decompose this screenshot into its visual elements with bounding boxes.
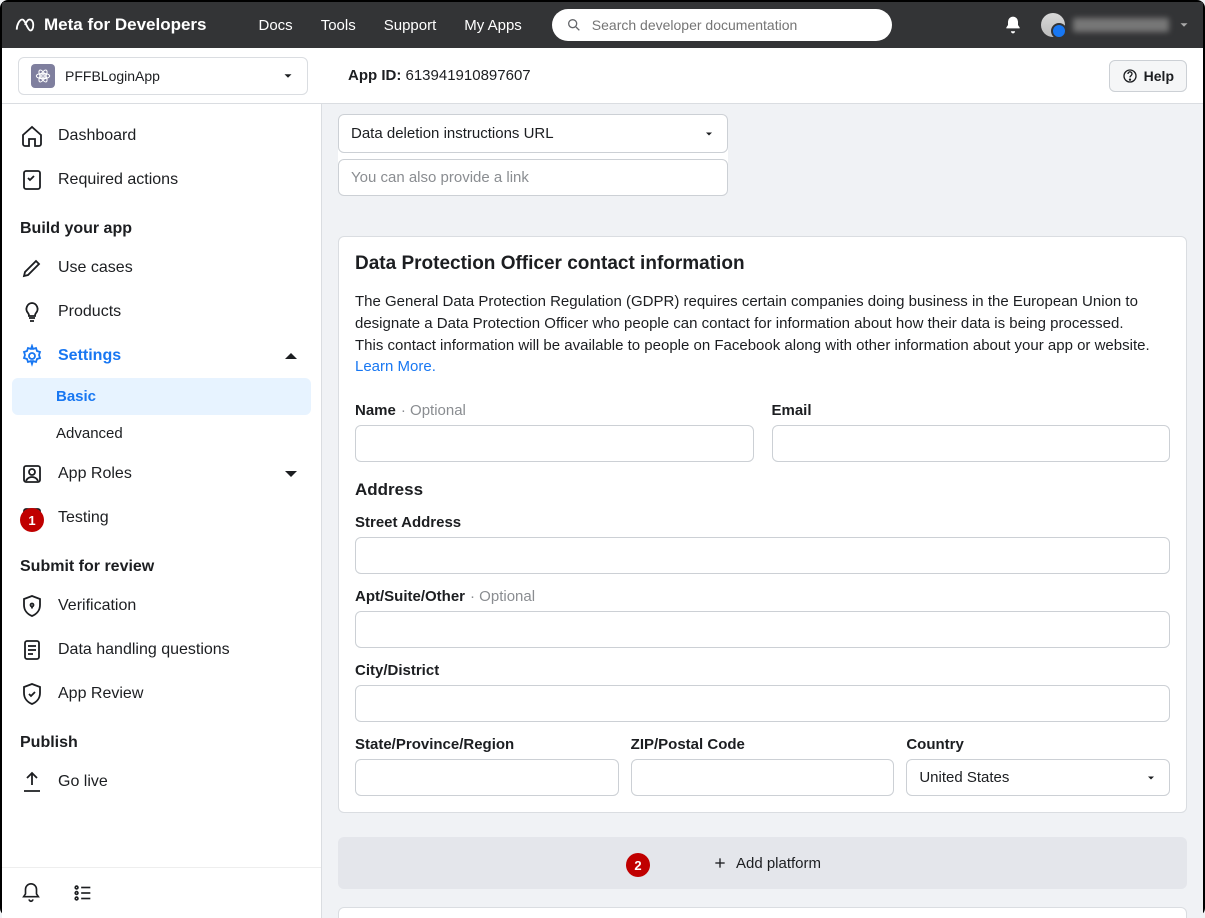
- shield-lock-icon: [20, 594, 44, 618]
- home-icon: [20, 124, 44, 148]
- user-name-blurred: [1073, 18, 1169, 32]
- nav-tools[interactable]: Tools: [321, 17, 356, 34]
- people-icon: [20, 462, 44, 486]
- sidebar-section-publish: Publish: [12, 716, 311, 760]
- address-heading: Address: [355, 480, 1170, 500]
- annotation-badge-1: 1: [20, 508, 44, 532]
- gear-icon: [20, 344, 44, 368]
- help-label: Help: [1144, 68, 1174, 84]
- dpo-name-input[interactable]: [355, 425, 754, 462]
- caret-down-icon: [703, 128, 715, 140]
- sidebar-item-use-cases[interactable]: Use cases: [12, 246, 311, 290]
- app-id-value: 613941910897607: [406, 67, 531, 84]
- sidebar: 1 Dashboard Required actions Build your …: [2, 104, 322, 918]
- country-label: Country: [906, 736, 1170, 753]
- city-input[interactable]: [355, 685, 1170, 722]
- footer-actions: Discard Save changes: [338, 907, 1187, 918]
- search-box[interactable]: [552, 9, 892, 41]
- main-content: Data deletion instructions URL Data Prot…: [322, 104, 1203, 918]
- lightbulb-icon: [20, 300, 44, 324]
- bell-icon: [1003, 15, 1023, 35]
- country-select[interactable]: United States: [906, 759, 1170, 796]
- nav-support[interactable]: Support: [384, 17, 437, 34]
- apt-label: Apt/Suite/Other · Optional: [355, 588, 1170, 605]
- search-input[interactable]: [592, 17, 878, 33]
- sidebar-subitem-advanced[interactable]: Advanced: [12, 415, 311, 452]
- name-label: Name · Optional: [355, 402, 754, 419]
- user-menu[interactable]: [1041, 13, 1191, 37]
- data-deletion-block: Data deletion instructions URL: [338, 114, 728, 196]
- sidebar-item-app-roles[interactable]: App Roles: [12, 452, 311, 496]
- caret-down-icon: [1145, 772, 1157, 784]
- sidebar-item-app-review[interactable]: App Review: [12, 672, 311, 716]
- dpo-title: Data Protection Officer contact informat…: [355, 253, 1170, 275]
- help-button[interactable]: Help: [1109, 60, 1187, 92]
- sidebar-item-dashboard[interactable]: Dashboard: [12, 114, 311, 158]
- sidebar-item-products[interactable]: Products: [12, 290, 311, 334]
- brand[interactable]: Meta for Developers: [14, 14, 207, 36]
- data-deletion-dropdown[interactable]: Data deletion instructions URL: [338, 114, 728, 153]
- plus-icon: [712, 855, 728, 871]
- topbar-right: [1003, 13, 1191, 37]
- upload-icon: [20, 770, 44, 794]
- document-icon: [20, 638, 44, 662]
- zip-label: ZIP/Postal Code: [631, 736, 895, 753]
- street-label: Street Address: [355, 514, 1170, 531]
- nav-myapps[interactable]: My Apps: [464, 17, 522, 34]
- sidebar-item-required-actions[interactable]: Required actions: [12, 158, 311, 202]
- top-nav: Docs Tools Support My Apps: [259, 17, 522, 34]
- chevron-up-icon: [279, 344, 303, 368]
- street-input[interactable]: [355, 537, 1170, 574]
- email-label: Email: [772, 402, 1171, 419]
- help-icon: [1122, 68, 1138, 84]
- app-id-label: App ID:: [348, 67, 401, 84]
- brand-text: Meta for Developers: [44, 15, 207, 35]
- state-label: State/Province/Region: [355, 736, 619, 753]
- app-id-block: App ID: 613941910897607: [348, 67, 531, 84]
- learn-more-link[interactable]: Learn More.: [355, 358, 436, 375]
- pencil-icon: [20, 256, 44, 280]
- search-wrap: [552, 9, 991, 41]
- activity-log-icon[interactable]: [72, 882, 94, 904]
- sidebar-footer: [2, 867, 321, 918]
- sidebar-subitem-basic[interactable]: Basic: [12, 378, 311, 415]
- sub-header: PFFBLoginApp App ID: 613941910897607 Hel…: [2, 48, 1203, 104]
- dpo-description: The General Data Protection Regulation (…: [355, 291, 1170, 378]
- chevron-down-icon: [281, 69, 295, 83]
- add-platform-button[interactable]: 2 Add platform: [338, 837, 1187, 889]
- shield-check-icon: [20, 682, 44, 706]
- apt-input[interactable]: [355, 611, 1170, 648]
- checklist-icon: [20, 168, 44, 192]
- zip-input[interactable]: [631, 759, 895, 796]
- chevron-down-icon: [1177, 18, 1191, 32]
- avatar: [1041, 13, 1065, 37]
- layout: 1 Dashboard Required actions Build your …: [2, 104, 1203, 918]
- dpo-email-input[interactable]: [772, 425, 1171, 462]
- nav-docs[interactable]: Docs: [259, 17, 293, 34]
- city-label: City/District: [355, 662, 1170, 679]
- dpo-card: Data Protection Officer contact informat…: [338, 236, 1187, 813]
- app-name: PFFBLoginApp: [65, 68, 160, 84]
- bell-outline-icon[interactable]: [20, 882, 42, 904]
- sidebar-item-settings[interactable]: Settings: [12, 334, 311, 378]
- app-icon: [31, 64, 55, 88]
- meta-logo-icon: [14, 14, 36, 36]
- sidebar-section-submit: Submit for review: [12, 540, 311, 584]
- sidebar-item-verification[interactable]: Verification: [12, 584, 311, 628]
- app-selector[interactable]: PFFBLoginApp: [18, 57, 308, 95]
- search-icon: [566, 17, 582, 33]
- chevron-down-icon: [279, 462, 303, 486]
- sidebar-section-build: Build your app: [12, 202, 311, 246]
- sidebar-item-go-live[interactable]: Go live: [12, 760, 311, 804]
- sidebar-item-data-handling[interactable]: Data handling questions: [12, 628, 311, 672]
- sidebar-item-testing[interactable]: Testing: [12, 496, 311, 540]
- data-deletion-url-input[interactable]: [338, 159, 728, 196]
- notifications-button[interactable]: [1003, 15, 1023, 35]
- annotation-badge-2: 2: [626, 853, 650, 877]
- top-bar: Meta for Developers Docs Tools Support M…: [2, 2, 1203, 48]
- state-input[interactable]: [355, 759, 619, 796]
